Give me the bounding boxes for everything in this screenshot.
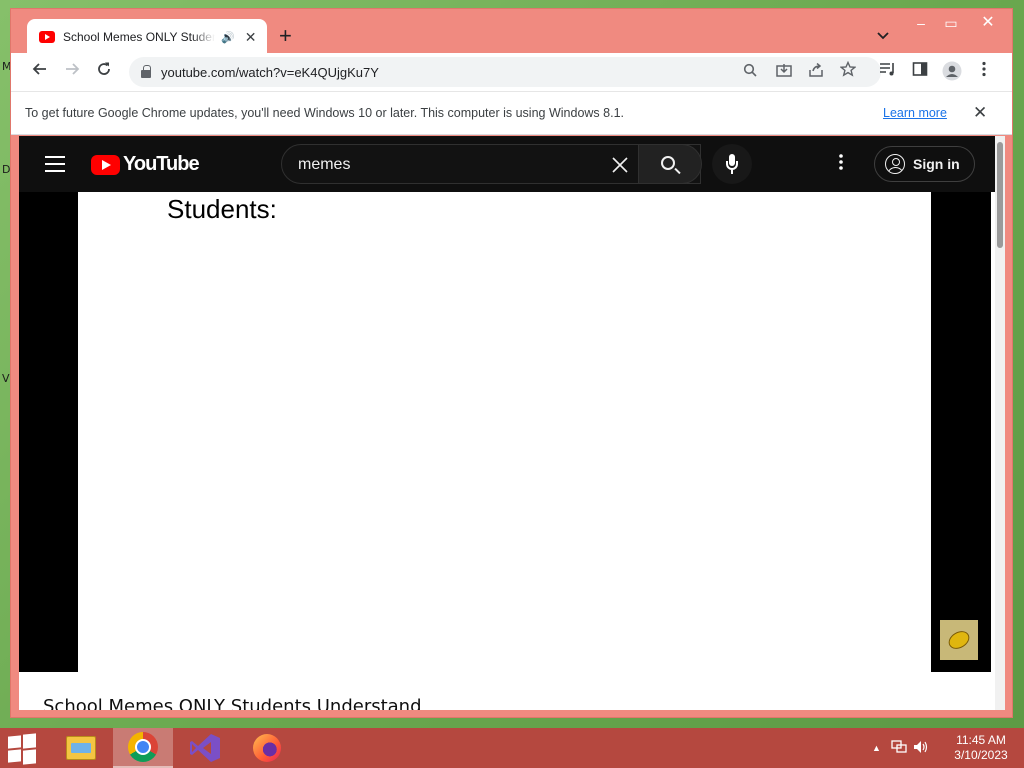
search-button[interactable]	[638, 144, 702, 184]
speaker-icon[interactable]: 🔊	[221, 31, 235, 44]
taskbar-clock[interactable]: 11:45 AM 3/10/2023	[950, 733, 1012, 763]
system-tray: ▲	[872, 728, 929, 768]
clock-time: 11:45 AM	[956, 733, 1006, 747]
more-vert-icon	[839, 154, 843, 170]
media-control-button[interactable]	[877, 61, 899, 83]
search-icon[interactable]	[739, 61, 761, 83]
clock-date: 3/10/2023	[954, 748, 1008, 762]
visual-studio-icon	[190, 734, 220, 762]
install-app-icon[interactable]	[773, 61, 795, 83]
menu-icon[interactable]	[45, 156, 65, 172]
youtube-header: YouTube memes Sign in	[19, 136, 995, 192]
maximize-button[interactable]: ▭	[934, 11, 968, 35]
new-tab-button[interactable]: +	[279, 25, 292, 47]
taskbar: ▲ 11:45 AM 3/10/2023	[0, 728, 1024, 768]
back-button[interactable]	[29, 61, 51, 83]
browser-tab[interactable]: School Memes ONLY Students Understand 🔊 …	[27, 19, 267, 55]
folder-icon	[66, 736, 96, 760]
tab-search-button[interactable]	[877, 29, 889, 43]
browser-toolbar: youtube.com/watch?v=eK4QUjgKu7Y	[11, 53, 1012, 91]
infobar-close-icon[interactable]: ✕	[973, 103, 987, 123]
minimize-button[interactable]: –	[904, 11, 938, 35]
desktop-icon-label: V	[2, 372, 10, 385]
learn-more-link[interactable]: Learn more	[883, 106, 947, 120]
show-hidden-icons-icon[interactable]: ▲	[872, 743, 881, 753]
video-title: School Memes ONLY Students Understand	[43, 696, 422, 710]
forward-button[interactable]	[61, 61, 83, 83]
settings-more-button[interactable]	[839, 153, 843, 175]
tab-close-icon[interactable]: ✕	[245, 29, 257, 46]
side-panel-icon	[912, 62, 928, 76]
lock-icon	[141, 65, 151, 78]
windows-logo-icon	[8, 735, 21, 749]
more-vert-icon	[982, 61, 986, 77]
scrollbar-thumb[interactable]	[997, 142, 1003, 248]
update-infobar: To get future Google Chrome updates, you…	[11, 91, 1012, 135]
taskbar-file-explorer[interactable]	[51, 728, 111, 768]
microphone-leg	[731, 170, 733, 174]
channel-watermark[interactable]	[940, 620, 978, 660]
profile-button[interactable]	[941, 61, 963, 83]
youtube-wordmark: YouTube	[123, 153, 200, 175]
search-query[interactable]: memes	[298, 156, 350, 174]
lemon-icon	[945, 627, 973, 653]
video-frame-caption: Students:	[167, 194, 277, 224]
start-button[interactable]	[8, 733, 38, 765]
windows-logo-pane	[23, 733, 36, 749]
network-icon[interactable]	[891, 739, 907, 757]
reload-icon	[98, 62, 110, 75]
chrome-icon	[128, 732, 158, 762]
tab-strip: School Memes ONLY Students Understand 🔊 …	[11, 9, 1012, 55]
close-window-button[interactable]: ✕	[964, 11, 1012, 35]
sign-in-label: Sign in	[913, 156, 960, 172]
youtube-logo[interactable]: YouTube	[91, 153, 200, 176]
voice-search-button[interactable]	[712, 144, 752, 184]
page-scrollbar[interactable]	[995, 136, 1005, 710]
youtube-favicon-icon	[39, 31, 55, 43]
playlist-music-icon	[880, 63, 894, 76]
url-text[interactable]: youtube.com/watch?v=eK4QUjgKu7Y	[161, 65, 379, 80]
profile-avatar-icon	[942, 61, 962, 81]
clear-search-icon[interactable]	[612, 151, 628, 179]
arrow-right-icon	[66, 63, 80, 75]
sign-in-button[interactable]: Sign in	[874, 146, 975, 182]
arrow-left-icon	[32, 63, 46, 75]
reload-button[interactable]	[93, 61, 115, 83]
page-viewport: YouTube memes Sign in Students: School M…	[19, 136, 1005, 710]
address-bar[interactable]: youtube.com/watch?v=eK4QUjgKu7Y	[129, 57, 881, 87]
tab-title: School Memes ONLY Students Understand	[63, 30, 215, 44]
search-icon	[661, 156, 675, 170]
side-panel-button[interactable]	[909, 61, 931, 83]
microphone-stand	[726, 161, 738, 170]
chevron-down-icon	[877, 32, 889, 40]
share-icon[interactable]	[805, 61, 827, 83]
account-circle-icon	[885, 154, 905, 174]
infobar-message: To get future Google Chrome updates, you…	[25, 106, 624, 120]
chrome-menu-button[interactable]	[973, 61, 995, 83]
bookmark-star-icon[interactable]	[837, 60, 859, 83]
taskbar-firefox[interactable]	[237, 728, 297, 768]
youtube-play-logo-icon	[91, 154, 120, 175]
video-player[interactable]: Students:	[19, 192, 991, 672]
volume-icon[interactable]	[913, 740, 929, 757]
firefox-icon	[253, 734, 281, 762]
chrome-window: School Memes ONLY Students Understand 🔊 …	[10, 8, 1013, 718]
taskbar-visual-studio[interactable]	[175, 728, 235, 768]
windows-logo-pane	[8, 749, 21, 763]
taskbar-chrome[interactable]	[113, 728, 173, 768]
windows-logo-pane	[23, 749, 36, 765]
video-frame[interactable]: Students:	[78, 192, 931, 672]
